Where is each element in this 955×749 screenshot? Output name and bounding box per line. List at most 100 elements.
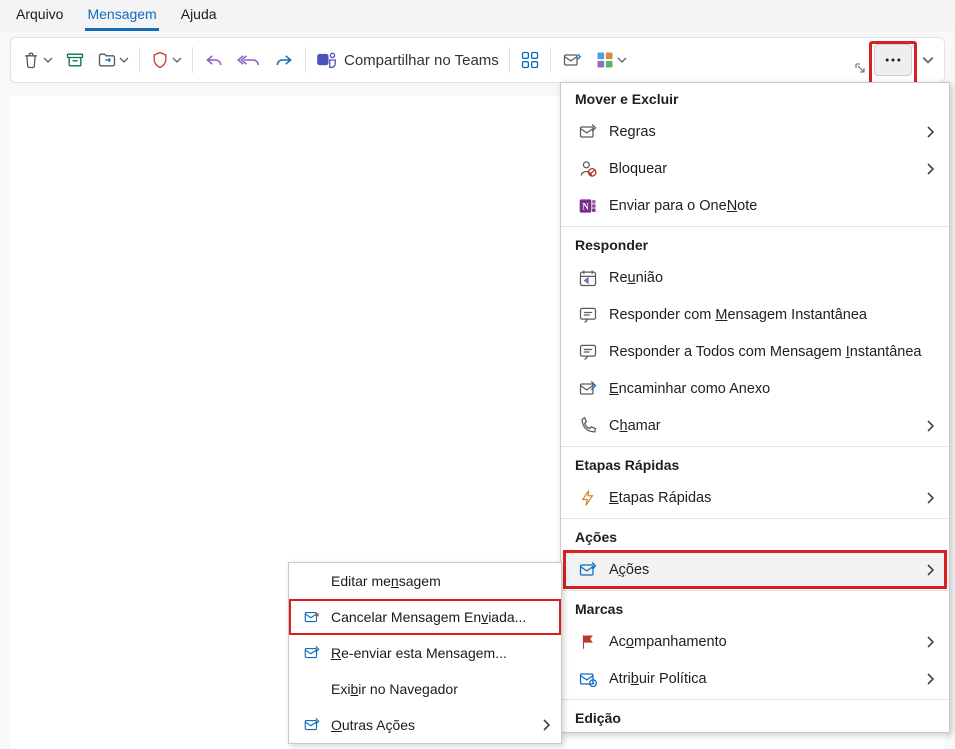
toolbar: T Compartilhar no Teams	[10, 37, 945, 83]
other-actions-icon	[299, 716, 325, 734]
toolbar-options-button[interactable]	[916, 44, 940, 76]
menu-reply-all-im[interactable]: Responder a Todos com Mensagem Instantân…	[561, 333, 949, 370]
forward-button[interactable]	[267, 44, 301, 76]
menu-rules[interactable]: Regras	[561, 113, 949, 150]
separator	[561, 518, 949, 519]
section-move-delete: Mover e Excluir	[561, 83, 949, 113]
apps-button[interactable]	[514, 44, 546, 76]
policy-icon	[575, 669, 601, 689]
chevron-down-icon	[922, 54, 934, 66]
tab-help[interactable]: Ajuda	[179, 3, 219, 31]
forward-icon	[273, 50, 295, 70]
teams-share-button[interactable]: T Compartilhar no Teams	[310, 44, 505, 76]
archive-icon	[65, 50, 85, 70]
submenu-label: Cancelar Mensagem Enviada...	[331, 609, 551, 625]
chevron-right-icon	[925, 673, 935, 685]
menu-reply-im[interactable]: Responder com Mensagem Instantânea	[561, 296, 949, 333]
section-respond: Responder	[561, 229, 949, 259]
separator	[305, 47, 306, 73]
chevron-right-icon	[925, 564, 935, 576]
lightning-icon	[575, 488, 601, 508]
menu-meeting[interactable]: Reunião	[561, 259, 949, 296]
chevron-right-icon	[925, 126, 935, 138]
submenu-label: Re-enviar esta Mensagem...	[331, 645, 551, 661]
menubar: Arquivo Mensagem Ajuda	[0, 0, 955, 31]
submenu-resend-message[interactable]: Re-enviar esta Mensagem...	[289, 635, 561, 671]
menu-forward-attach[interactable]: Encaminhar como Anexo	[561, 370, 949, 407]
read-unread-button[interactable]	[555, 44, 589, 76]
menu-label: Encaminhar como Anexo	[609, 381, 935, 397]
flag-icon	[575, 632, 601, 652]
more-dots-icon	[882, 50, 904, 70]
reply-all-icon	[237, 50, 261, 70]
menu-followup[interactable]: Acompanhamento	[561, 623, 949, 660]
menu-label: Responder a Todos com Mensagem Instantân…	[609, 344, 935, 360]
separator	[192, 47, 193, 73]
section-quick-steps: Etapas Rápidas	[561, 449, 949, 479]
menu-label: Acompanhamento	[609, 634, 925, 650]
teams-icon: T	[316, 49, 338, 71]
submenu-label: Editar mensagem	[331, 573, 551, 589]
overflow-button[interactable]	[874, 44, 912, 76]
reply-button[interactable]	[197, 44, 231, 76]
move-folder-icon	[97, 50, 117, 70]
recall-icon	[299, 608, 325, 626]
chevron-right-icon	[925, 420, 935, 432]
section-actions: Ações	[561, 521, 949, 551]
forward-attach-icon	[575, 379, 601, 399]
resend-icon	[299, 644, 325, 662]
menu-policy[interactable]: Atribuir Política	[561, 660, 949, 697]
menu-label: Enviar para o OneNote	[609, 198, 935, 214]
separator	[561, 226, 949, 227]
chevron-right-icon	[541, 719, 551, 731]
submenu-recall-message[interactable]: Cancelar Mensagem Enviada...	[289, 599, 561, 635]
tab-message[interactable]: Mensagem	[85, 3, 158, 31]
teams-share-label: Compartilhar no Teams	[344, 52, 499, 69]
report-button[interactable]	[144, 44, 188, 76]
svg-text:N: N	[582, 201, 589, 211]
menu-onenote[interactable]: N Enviar para o OneNote	[561, 187, 949, 224]
section-edit: Edição	[561, 702, 949, 732]
separator	[139, 47, 140, 73]
chevron-right-icon	[925, 636, 935, 648]
submenu-view-browser[interactable]: Exibir no Navegador	[289, 671, 561, 707]
chevron-down-icon	[172, 55, 182, 65]
apps-grid-icon	[520, 50, 540, 70]
menu-call[interactable]: Chamar	[561, 407, 949, 444]
menu-label: Bloquear	[609, 161, 925, 177]
menu-block[interactable]: Bloquear	[561, 150, 949, 187]
reply-icon	[203, 50, 225, 70]
section-tags: Marcas	[561, 593, 949, 623]
menu-label: Regras	[609, 124, 925, 140]
phone-icon	[575, 416, 601, 436]
meeting-icon	[575, 268, 601, 288]
chevron-down-icon	[43, 55, 53, 65]
block-icon	[575, 159, 601, 179]
menu-quick-steps[interactable]: Etapas Rápidas	[561, 479, 949, 516]
menu-label: Atribuir Política	[609, 671, 925, 687]
delete-button[interactable]	[15, 44, 59, 76]
svg-text:T: T	[320, 55, 326, 64]
onenote-icon: N	[575, 196, 601, 216]
menu-actions[interactable]: Ações	[561, 551, 949, 588]
reply-all-button[interactable]	[231, 44, 267, 76]
actions-icon	[575, 560, 601, 580]
menu-label: Chamar	[609, 418, 925, 434]
dialog-launcher-icon[interactable]	[854, 62, 866, 74]
categorize-button[interactable]	[589, 44, 633, 76]
rules-icon	[575, 122, 601, 142]
tab-file[interactable]: Arquivo	[14, 3, 65, 31]
move-button[interactable]	[91, 44, 135, 76]
submenu-other-actions[interactable]: Outras Ações	[289, 707, 561, 743]
actions-submenu: Editar mensagem Cancelar Mensagem Enviad…	[288, 562, 562, 744]
chevron-down-icon	[617, 55, 627, 65]
shield-icon	[150, 50, 170, 70]
im-reply-all-icon	[575, 342, 601, 362]
submenu-edit-message[interactable]: Editar mensagem	[289, 563, 561, 599]
trash-icon	[21, 50, 41, 70]
submenu-label: Outras Ações	[331, 717, 541, 733]
archive-button[interactable]	[59, 44, 91, 76]
separator	[561, 590, 949, 591]
chevron-right-icon	[925, 163, 935, 175]
mail-read-icon	[561, 50, 583, 70]
